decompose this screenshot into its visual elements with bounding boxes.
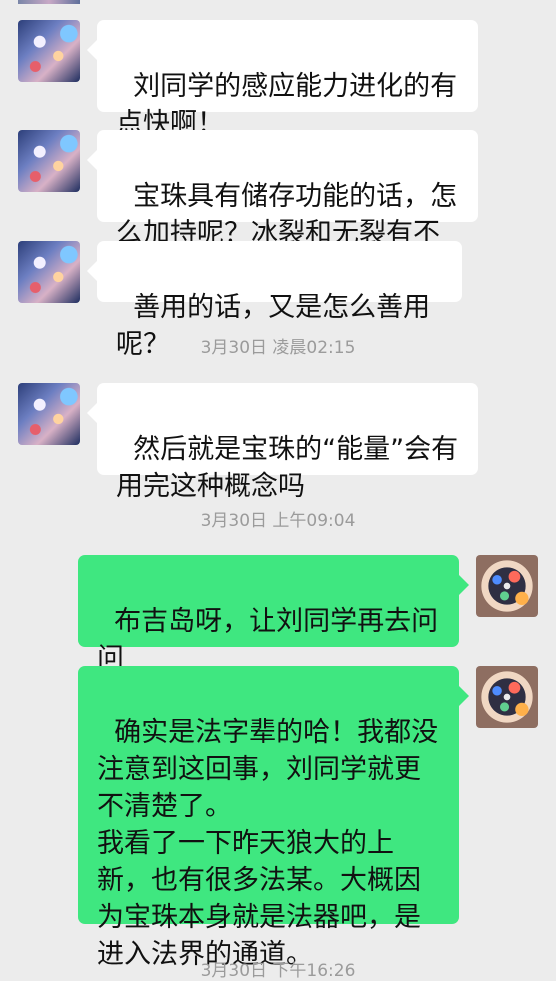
message-text: 确实是法字辈的哈！我都没注意到这回事，刘同学就更不清楚了。 我看了一下昨天狼大的… — [97, 717, 439, 970]
outgoing-message-bubble[interactable]: 确实是法字辈的哈！我都没注意到这回事，刘同学就更不清楚了。 我看了一下昨天狼大的… — [78, 666, 469, 970]
contact-avatar[interactable] — [18, 241, 80, 303]
contact-avatar[interactable] — [18, 383, 80, 445]
user-avatar[interactable] — [476, 555, 538, 617]
incoming-message-bubble[interactable]: 善用的话，又是怎么善用呢？ — [87, 241, 462, 360]
top-avatar-edge — [18, 0, 80, 4]
message-text: 布吉岛呀，让刘同学再去问问 — [97, 606, 439, 674]
message-text: 刘同学的感应能力进化的有点快啊！ — [116, 71, 458, 139]
message-timestamp: 3月30日 上午09:04 — [200, 511, 356, 531]
message-timestamp: 3月30日 凌晨02:15 — [200, 338, 356, 358]
user-avatar[interactable] — [476, 666, 538, 728]
contact-avatar[interactable] — [18, 20, 80, 82]
message-text: 然后就是宝珠的“能量”会有用完这种概念吗 — [116, 434, 459, 502]
outgoing-message-bubble[interactable]: 布吉岛呀，让刘同学再去问问 — [78, 555, 469, 708]
incoming-message-bubble[interactable]: 然后就是宝珠的“能量”会有用完这种概念吗 — [87, 383, 478, 502]
incoming-message-bubble[interactable]: 宝珠具有储存功能的话，怎么加持呢？冰裂和无裂有不同吗 — [87, 130, 478, 286]
message-timestamp: 3月30日 下午16:26 — [200, 961, 356, 981]
contact-avatar[interactable] — [18, 130, 80, 192]
incoming-message-bubble[interactable]: 刘同学的感应能力进化的有点快啊！ — [87, 20, 478, 139]
